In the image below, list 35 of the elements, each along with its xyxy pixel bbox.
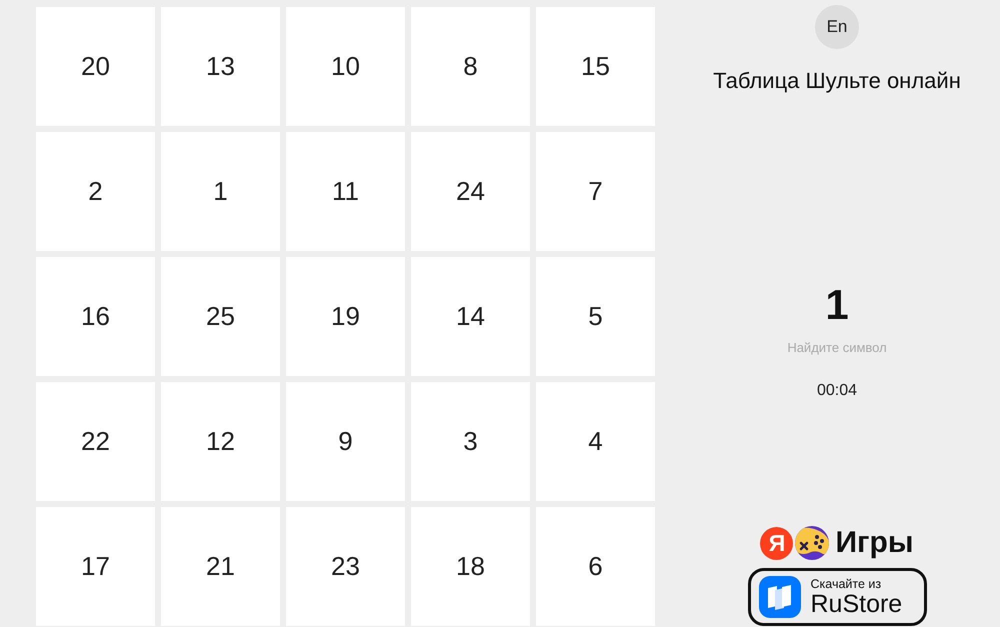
number-tile[interactable]: 25 (161, 257, 280, 376)
target-number: 1 (825, 282, 849, 328)
number-tile[interactable]: 16 (36, 257, 155, 376)
number-tile[interactable]: 21 (161, 507, 280, 626)
number-tile[interactable]: 4 (536, 382, 655, 501)
number-tile[interactable]: 6 (536, 507, 655, 626)
page-title: Таблица Шульте онлайн (713, 68, 961, 94)
hint-text: Найдите символ (787, 340, 887, 356)
number-tile[interactable]: 3 (411, 382, 530, 501)
number-tile[interactable]: 24 (411, 132, 530, 251)
number-tile[interactable]: 1 (161, 132, 280, 251)
number-tile[interactable]: 22 (36, 382, 155, 501)
store-badge-link[interactable]: Скачайте из RuStore (748, 568, 926, 626)
letter-logo: Я (760, 526, 794, 560)
number-tile[interactable]: 13 (161, 7, 280, 126)
gamepad-icon (795, 526, 830, 560)
number-tile[interactable]: 19 (286, 257, 405, 376)
timer-text: 00:04 (816, 381, 858, 400)
number-tile[interactable]: 18 (411, 507, 530, 626)
number-tile[interactable]: 20 (36, 7, 155, 126)
number-tile[interactable]: 2 (36, 132, 155, 251)
number-tile[interactable]: 14 (411, 257, 530, 376)
number-tile[interactable]: 10 (286, 7, 405, 126)
number-tile[interactable]: 8 (411, 7, 530, 126)
number-tile[interactable]: 9 (286, 382, 405, 501)
number-tile[interactable]: 17 (36, 507, 155, 626)
number-tile[interactable]: 23 (286, 507, 405, 626)
language-button[interactable]: En (815, 5, 859, 49)
logo-text: Игры (835, 526, 914, 560)
number-tile[interactable]: 5 (536, 257, 655, 376)
number-tile[interactable]: 11 (286, 132, 405, 251)
number-tile[interactable]: 12 (161, 382, 280, 501)
number-tile[interactable]: 7 (536, 132, 655, 251)
number-tile[interactable]: 15 (536, 7, 655, 126)
app-logo-icon (758, 576, 800, 618)
